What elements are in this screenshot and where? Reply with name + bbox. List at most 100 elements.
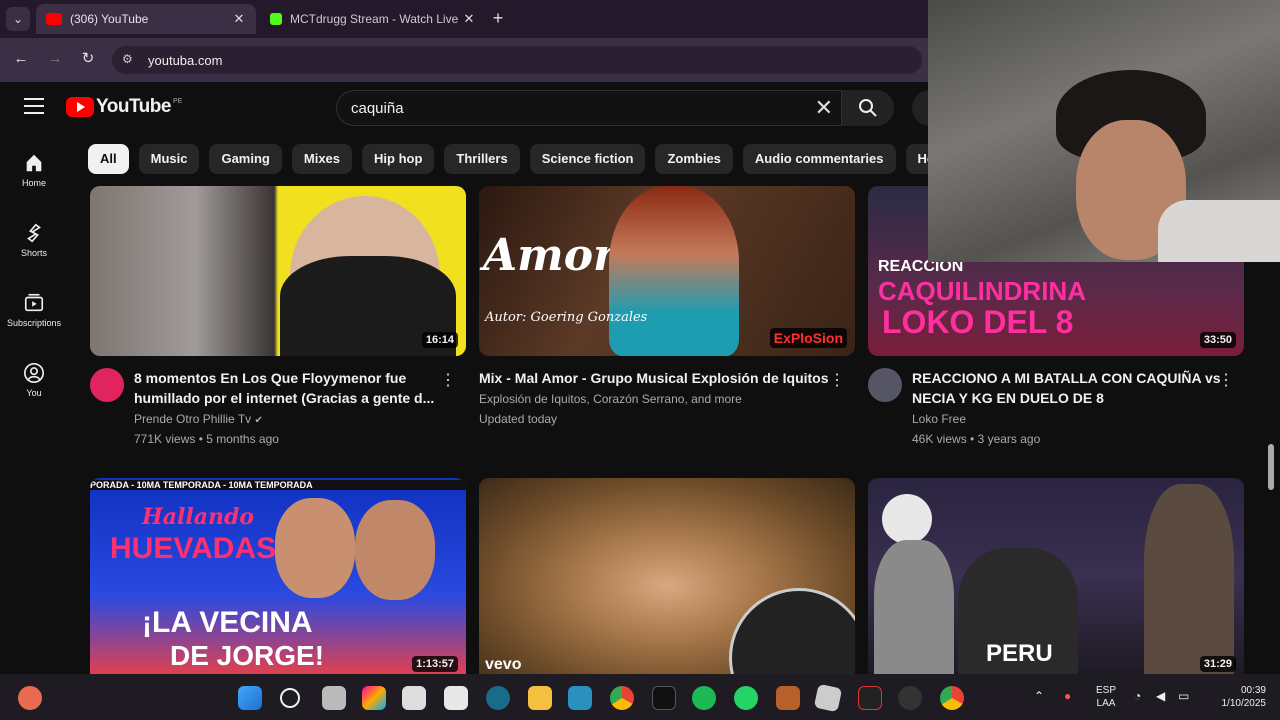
- video-title[interactable]: REACCIONO A MI BATALLA CON CAQUIÑA vs NE…: [912, 368, 1222, 408]
- tiktok-icon[interactable]: [652, 686, 676, 710]
- language-code: ESP: [1095, 685, 1116, 696]
- sidebar-item-label: Shorts: [20, 248, 47, 258]
- solitaire-icon[interactable]: [402, 686, 426, 710]
- app-icon[interactable]: [776, 686, 800, 710]
- channel-name[interactable]: Loko Free: [912, 410, 966, 428]
- address-bar[interactable]: ⚙ youtuba.com: [112, 46, 922, 74]
- spotify-icon[interactable]: [692, 686, 716, 710]
- thumbnail-text: LOKO DEL 8: [882, 304, 1074, 340]
- whatsapp-icon[interactable]: [734, 686, 758, 710]
- filter-chips: All Music Gaming Mixes Hip hop Thrillers Scien…: [88, 144, 930, 176]
- chip-music[interactable]: Music: [138, 144, 200, 174]
- channel-name[interactable]: Prende Otro Phillie Tv ✔: [134, 410, 263, 430]
- search-taskbar-icon[interactable]: [280, 688, 300, 708]
- video-card[interactable]: Amor Autor: Goering Gonzales ExPloSion M…: [479, 186, 855, 448]
- chip-mixes[interactable]: Mixes: [291, 144, 353, 174]
- back-icon[interactable]: ←: [10, 48, 32, 70]
- site-info-icon[interactable]: ⚙: [122, 52, 138, 68]
- sidebar-item-label: Subscriptions: [6, 318, 62, 328]
- youtube-logo[interactable]: YouTube PE: [66, 96, 182, 118]
- chip-gaming[interactable]: Gaming: [209, 144, 282, 174]
- new-tab-button[interactable]: +: [488, 8, 508, 28]
- copilot-icon[interactable]: [362, 686, 386, 710]
- tab-search-button[interactable]: ⌄: [6, 7, 30, 31]
- video-stats: 771K views • 5 months ago: [134, 432, 279, 446]
- chrome-icon[interactable]: [610, 686, 634, 710]
- webcam-overlay: [928, 0, 1280, 262]
- app-icon[interactable]: [858, 686, 882, 710]
- language-indicator[interactable]: ESP LAA: [1092, 684, 1120, 710]
- sidebar-item-shorts[interactable]: Shorts: [0, 222, 68, 258]
- start-menu-icon[interactable]: [238, 686, 262, 710]
- forward-icon[interactable]: →: [44, 48, 66, 70]
- thumbnail-figure: [1144, 484, 1234, 674]
- sidebar-item-you[interactable]: You: [0, 362, 68, 398]
- subscriptions-icon: [24, 293, 44, 312]
- channel-avatar[interactable]: [868, 368, 902, 402]
- channel-avatar[interactable]: [90, 368, 124, 402]
- microphone-icon[interactable]: ●: [1064, 690, 1071, 703]
- chip-zombies[interactable]: Zombies: [655, 144, 733, 174]
- roblox-icon[interactable]: [813, 683, 843, 713]
- task-view-icon[interactable]: [322, 686, 346, 710]
- close-tab-icon[interactable]: ✕: [462, 11, 476, 27]
- weather-widget-icon[interactable]: [18, 686, 42, 710]
- video-thumbnail[interactable]: Amor Autor: Goering Gonzales ExPloSion: [479, 186, 855, 356]
- app-icon[interactable]: [486, 686, 510, 710]
- chip-audio-commentaries[interactable]: Audio commentaries: [742, 144, 896, 174]
- sidebar-item-subscriptions[interactable]: Subscriptions: [0, 292, 68, 328]
- chip-thrillers[interactable]: Thrillers: [444, 144, 520, 174]
- video-title[interactable]: 8 momentos En Los Que Floyymenor fue hum…: [134, 368, 444, 408]
- video-thumbnail[interactable]: PORADA - 10MA TEMPORADA - 10MA TEMPORADA…: [90, 478, 466, 674]
- more-options-icon[interactable]: ⋮: [829, 370, 845, 390]
- calendar-app-icon[interactable]: [444, 686, 468, 710]
- user-icon: [24, 363, 44, 383]
- video-card[interactable]: vevo: [479, 478, 855, 674]
- app-icon[interactable]: [568, 686, 592, 710]
- clear-search-icon[interactable]: ✕: [815, 97, 833, 119]
- keyboard-layout: LAA: [1096, 698, 1116, 709]
- page-scrollbar[interactable]: [1268, 444, 1274, 490]
- chip-hip-hop[interactable]: Hip hop: [362, 144, 435, 174]
- reload-icon[interactable]: ↻: [77, 48, 99, 70]
- tray-chevron-icon[interactable]: ⌃: [1034, 690, 1044, 703]
- tab-title: (306) YouTube: [70, 12, 149, 26]
- more-options-icon[interactable]: ⋮: [1218, 370, 1234, 390]
- chip-heroes[interactable]: Heroes: [905, 144, 930, 174]
- tab-youtube[interactable]: (306) YouTube ✕: [36, 4, 256, 34]
- video-duration: 31:29: [1199, 656, 1236, 672]
- video-card[interactable]: 16:14 8 momentos En Los Que Floyymenor f…: [90, 186, 466, 448]
- webcam-shirt: [1158, 200, 1280, 262]
- channel-name[interactable]: Explosión de Iquitos, Corazón Serrano, a…: [479, 390, 742, 408]
- close-tab-icon[interactable]: ✕: [232, 11, 246, 27]
- menu-icon[interactable]: [24, 98, 44, 116]
- tab-kick-stream[interactable]: MCTdrugg Stream - Watch Live ✕: [260, 4, 486, 34]
- thumbnail-text: HUEVADAS: [110, 532, 277, 565]
- clock[interactable]: 00:39 1/10/2025: [1206, 684, 1267, 710]
- video-duration: 1:13:57: [412, 656, 458, 672]
- search-button[interactable]: [842, 90, 894, 126]
- chip-science-fiction[interactable]: Science fiction: [529, 144, 646, 174]
- video-duration: 33:50: [1199, 332, 1236, 348]
- volume-icon[interactable]: ◀: [1156, 690, 1165, 703]
- battery-icon[interactable]: ▭: [1178, 690, 1189, 703]
- sidebar-item-home[interactable]: Home: [0, 152, 68, 188]
- thumbnail-text: Hallando: [142, 504, 255, 530]
- url-text: youtuba.com: [148, 52, 223, 68]
- thumbnail-text: CAQUILINDRINA: [878, 276, 1086, 306]
- chrome-active-icon[interactable]: [940, 686, 964, 710]
- file-explorer-icon[interactable]: [528, 686, 552, 710]
- channel-badge-icon: [882, 494, 932, 544]
- video-thumbnail[interactable]: 16:14: [90, 186, 466, 356]
- wifi-icon[interactable]: ◔: [1134, 690, 1141, 703]
- video-card[interactable]: PERU 31:29: [868, 478, 1244, 674]
- video-card[interactable]: PORADA - 10MA TEMPORADA - 10MA TEMPORADA…: [90, 478, 466, 674]
- video-thumbnail[interactable]: vevo: [479, 478, 855, 674]
- search-input[interactable]: caquiña ✕: [336, 90, 842, 126]
- obs-icon[interactable]: [898, 686, 922, 710]
- video-title[interactable]: Mix - Mal Amor - Grupo Musical Explosión…: [479, 368, 829, 388]
- more-options-icon[interactable]: ⋮: [440, 370, 456, 390]
- video-thumbnail[interactable]: PERU 31:29: [868, 478, 1244, 674]
- home-icon: [26, 154, 42, 172]
- chip-all[interactable]: All: [88, 144, 129, 174]
